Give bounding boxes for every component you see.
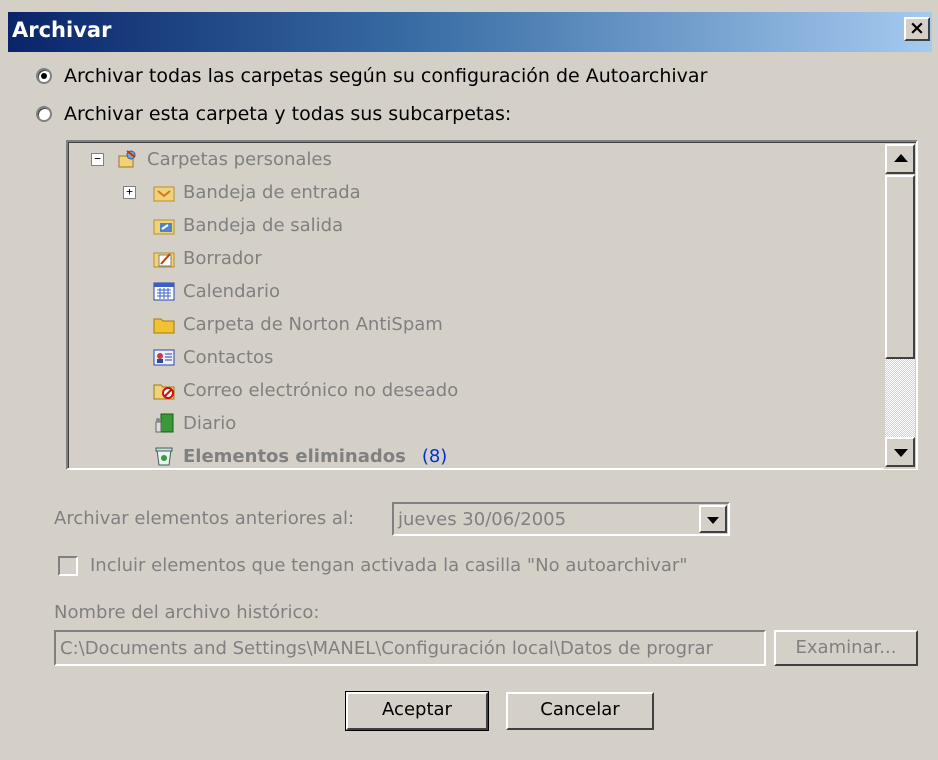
window-title: Archivar [12,18,112,42]
close-button[interactable]: × [904,17,930,41]
include-no-autoarchive-checkbox[interactable] [58,556,78,576]
tree-item-personal-folders[interactable]: Carpetas personales [117,143,332,175]
junk-mail-icon [153,380,175,400]
calendar-icon [153,281,175,301]
scroll-track[interactable] [885,359,915,437]
drafts-icon [153,248,175,268]
tree-item-outbox[interactable]: Bandeja de salida [153,209,343,241]
arrow-down-icon [894,449,908,457]
title-bar[interactable]: Archivar × [8,12,932,52]
radio-archive-folder-dot[interactable] [36,106,52,122]
cancel-button[interactable]: Cancelar [506,692,654,730]
scroll-up-button[interactable] [885,144,915,174]
tree-item-label: Calendario [183,280,280,302]
inbox-icon [153,182,175,202]
tree-item-label: Elementos eliminados [183,445,406,467]
tree-item-label: Borrador [183,247,262,269]
tree-item-label: Carpeta de Norton AntiSpam [183,313,443,335]
tree-scrollbar[interactable] [884,143,916,469]
date-filter-label: Archivar elementos anteriores al: [54,508,355,529]
browse-button[interactable]: Examinar... [774,630,918,666]
date-filter-select[interactable]: jueves 30/06/2005 [392,502,730,536]
chevron-down-icon [707,517,719,524]
include-no-autoarchive-label: Incluir elementos que tengan activada la… [90,555,688,576]
ok-button[interactable]: Aceptar [345,691,489,731]
tree-item-journal[interactable]: Diario [153,407,236,439]
tree-item-norton-antispam[interactable]: Carpeta de Norton AntiSpam [153,308,443,340]
journal-icon [153,413,175,433]
personal-folders-icon [117,149,139,169]
date-filter-value: jueves 30/06/2005 [398,509,567,530]
date-dropdown-button[interactable] [699,505,727,533]
deleted-items-icon [153,446,175,466]
radio-archive-folder[interactable]: Archivar esta carpeta y todas sus subcar… [36,100,511,128]
radio-archive-all-dot[interactable] [36,68,52,84]
folder-tree-list: − Carpetas personales + Bandeja de entra… [69,143,879,469]
tree-item-label: Diario [183,412,237,434]
radio-archive-all-label: Archivar todas las carpetas según su con… [64,65,708,87]
folder-tree[interactable]: − Carpetas personales + Bandeja de entra… [66,140,918,470]
radio-archive-folder-label: Archivar esta carpeta y todas sus subcar… [64,103,512,125]
archive-dialog: Archivar × Archivar todas las carpetas s… [0,0,938,760]
tree-item-deleted-items[interactable]: Elementos eliminados (8) [153,440,447,469]
unread-count-badge: (8) [421,445,448,467]
collapse-icon[interactable]: − [91,153,104,166]
tree-item-junk-mail[interactable]: Correo electrónico no deseado [153,374,458,406]
outbox-icon [153,215,175,235]
expand-icon[interactable]: + [123,186,136,199]
tree-item-contacts[interactable]: Contactos [153,341,273,373]
archive-file-input[interactable]: C:\Documents and Settings\MANEL\Configur… [54,630,766,666]
radio-archive-all[interactable]: Archivar todas las carpetas según su con… [36,62,707,90]
tree-item-inbox[interactable]: Bandeja de entrada [153,176,361,208]
tree-item-label: Contactos [183,346,274,368]
scroll-down-button[interactable] [885,437,915,467]
tree-item-label: Carpetas personales [147,148,332,170]
close-icon: × [909,17,925,39]
tree-item-label: Correo electrónico no deseado [183,379,459,401]
scroll-thumb[interactable] [885,175,915,359]
folder-tree-inner: − Carpetas personales + Bandeja de entra… [68,142,916,469]
contacts-icon [153,347,175,367]
tree-item-label: Bandeja de salida [183,214,344,236]
folder-icon [153,314,175,334]
tree-item-drafts[interactable]: Borrador [153,242,262,274]
arrow-up-icon [894,154,908,162]
archive-file-label: Nombre del archivo histórico: [54,602,320,623]
tree-item-calendar[interactable]: Calendario [153,275,280,307]
tree-item-label: Bandeja de entrada [183,181,361,203]
archive-file-value: C:\Documents and Settings\MANEL\Configur… [60,638,713,659]
